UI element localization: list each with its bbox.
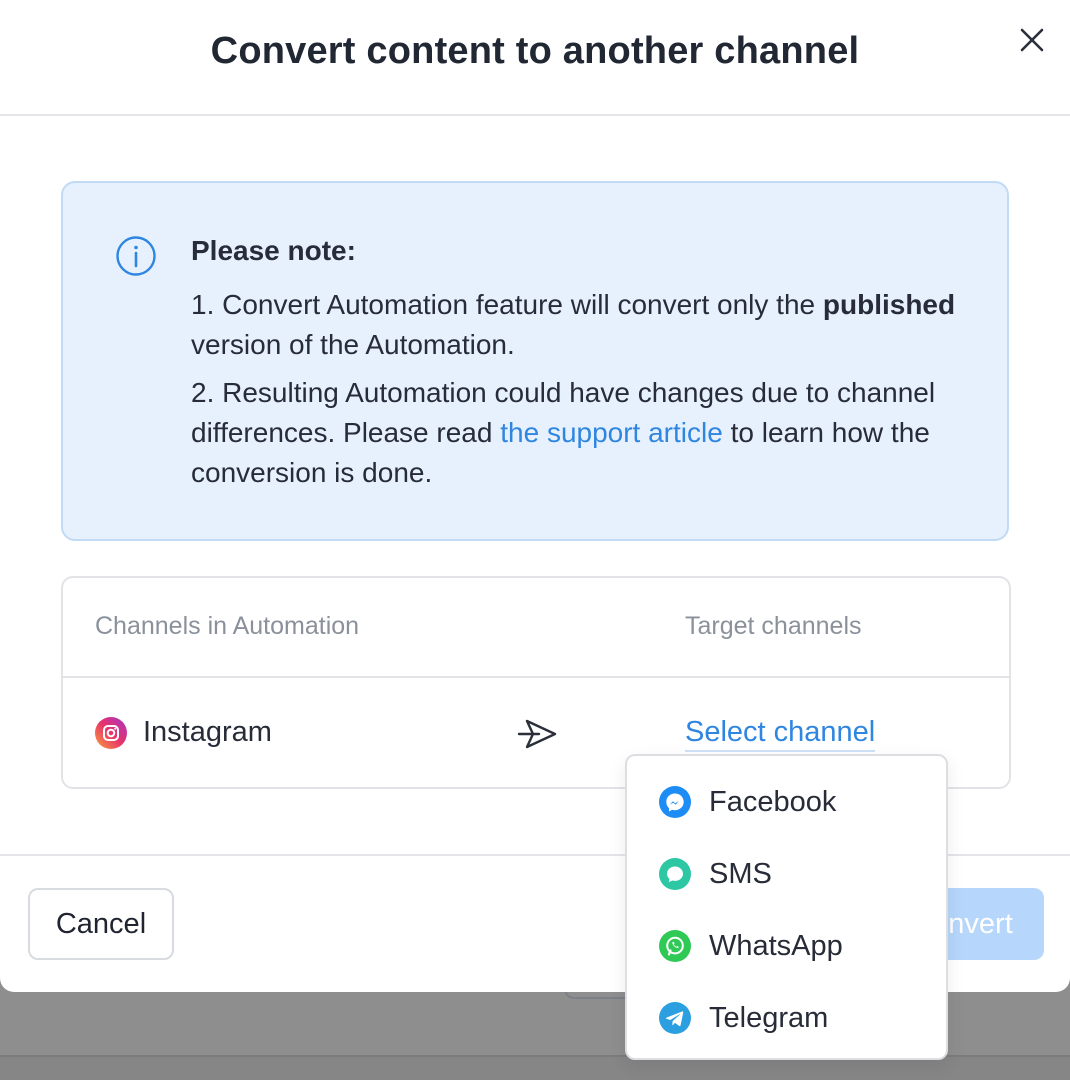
note-line-2: 2. Resulting Automation could have chang… xyxy=(191,373,981,493)
note-line-1-suffix: version of the Automation. xyxy=(191,329,515,360)
channel-dropdown-menu: Facebook SMS WhatsApp Telegram xyxy=(625,754,948,1060)
instagram-icon xyxy=(95,716,127,749)
note-title: Please note: xyxy=(191,235,356,266)
note-content: Please note: 1. Convert Automation featu… xyxy=(191,231,981,501)
source-column-header: Channels in Automation xyxy=(95,612,360,640)
modal-title: Convert content to another channel xyxy=(210,30,860,72)
source-channel: Instagram xyxy=(95,716,272,749)
dropdown-option-label: WhatsApp xyxy=(709,929,843,962)
source-channel-label: Instagram xyxy=(143,716,272,748)
dropdown-option-whatsapp[interactable]: WhatsApp xyxy=(659,926,843,966)
info-icon xyxy=(116,236,156,276)
note-panel: Please note: 1. Convert Automation featu… xyxy=(61,181,1009,541)
send-arrow-icon xyxy=(517,719,557,749)
close-button[interactable] xyxy=(1012,20,1052,60)
dropdown-option-label: Telegram xyxy=(709,1001,829,1034)
dropdown-option-facebook[interactable]: Facebook xyxy=(659,782,836,822)
target-column-header: Target channels xyxy=(685,612,862,640)
whatsapp-icon xyxy=(659,930,691,962)
dropdown-option-label: Facebook xyxy=(709,785,837,818)
cancel-button[interactable]: Cancel xyxy=(28,888,174,960)
close-icon xyxy=(1020,28,1044,52)
sms-icon xyxy=(659,858,691,890)
support-article-link[interactable]: the support article xyxy=(500,417,723,448)
dropdown-option-label: SMS xyxy=(709,857,772,890)
note-line-1: 1. Convert Automation feature will conve… xyxy=(191,285,981,365)
telegram-icon xyxy=(659,1002,691,1034)
mapping-header: Channels in Automation Target channels xyxy=(63,578,1009,678)
dropdown-option-telegram[interactable]: Telegram xyxy=(659,998,828,1038)
dropdown-option-sms[interactable]: SMS xyxy=(659,854,772,894)
note-line-1-bold: published xyxy=(822,289,956,320)
select-channel-dropdown-trigger[interactable]: Select channel xyxy=(685,716,876,752)
note-line-1-text: 1. Convert Automation feature will conve… xyxy=(191,289,823,320)
modal-header: Convert content to another channel xyxy=(0,0,1070,116)
messenger-icon xyxy=(659,786,691,818)
